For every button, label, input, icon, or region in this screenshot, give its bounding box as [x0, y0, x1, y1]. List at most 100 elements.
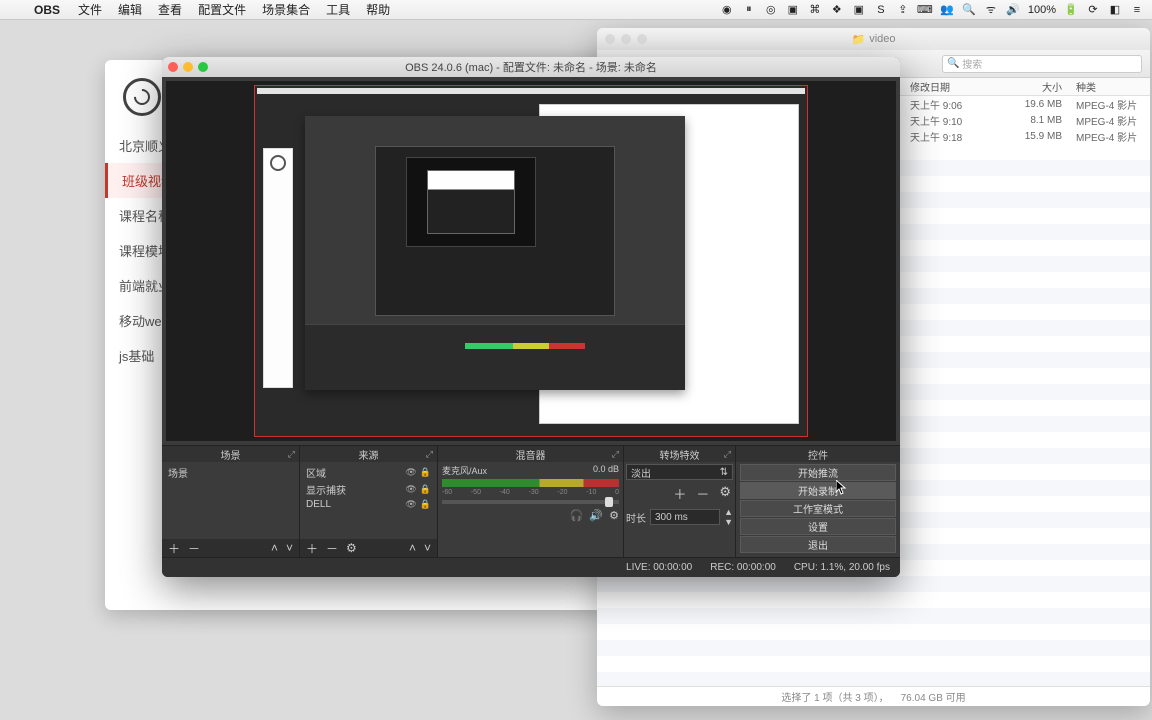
source-item[interactable]: 区域👁🔒 [304, 464, 433, 481]
mixer-channel-name: 麦克风/Aux [442, 464, 487, 477]
remove-source-button[interactable]: － [326, 540, 338, 557]
move-down-button[interactable]: ˅ [424, 541, 431, 555]
panel-title: 混音器 [516, 447, 546, 462]
remove-scene-button[interactable]: － [188, 540, 200, 557]
visibility-icon[interactable]: 👁 [405, 499, 416, 510]
volume-slider[interactable] [442, 500, 619, 504]
settings-button[interactable]: 设置 [740, 518, 896, 535]
site-logo-icon [123, 78, 161, 116]
visibility-icon[interactable]: 👁 [405, 484, 416, 495]
search-icon[interactable]: 🔍 [962, 3, 976, 17]
scene-item[interactable]: 场景 [166, 464, 295, 481]
panel-title: 控件 [808, 447, 828, 462]
status-icon[interactable]: ⏸ [742, 3, 756, 17]
app-name[interactable]: OBS [24, 3, 70, 17]
menu-profile[interactable]: 配置文件 [190, 1, 254, 18]
wifi-icon[interactable]: ᯤ [984, 3, 998, 17]
col-kind[interactable]: 种类 [1070, 79, 1150, 94]
status-icon[interactable]: ❖ [830, 3, 844, 17]
rec-time: REC: 00:00:00 [710, 562, 776, 573]
col-size[interactable]: 大小 [1000, 79, 1070, 94]
visibility-icon[interactable]: 👁 [405, 467, 416, 478]
stepper-icon[interactable]: ▲▼ [724, 507, 733, 527]
add-source-button[interactable]: ＋ [306, 540, 318, 557]
menu-file[interactable]: 文件 [70, 1, 110, 18]
panel-title: 场景 [221, 447, 241, 462]
menu-edit[interactable]: 编辑 [110, 1, 150, 18]
finder-titlebar[interactable]: 📁video [597, 28, 1150, 50]
start-streaming-button[interactable]: 开始推流 [740, 464, 896, 481]
obs-window: OBS 24.0.6 (mac) - 配置文件: 未命名 - 场景: 未命名 场… [162, 57, 900, 577]
add-transition-button[interactable]: ＋ [673, 484, 686, 503]
status-icon[interactable]: ⌨ [918, 3, 932, 17]
obs-window-title: OBS 24.0.6 (mac) - 配置文件: 未命名 - 场景: 未命名 [405, 59, 657, 75]
source-item[interactable]: DELL👁🔒 [304, 498, 433, 511]
source-settings-button[interactable]: ⚙ [346, 541, 357, 555]
obs-preview[interactable] [166, 81, 896, 441]
lock-icon[interactable]: 🔒 [420, 499, 431, 510]
finder-status-bar: 选择了 1 项（共 3 项）， 76.04 GB 可用 [597, 686, 1150, 706]
macos-menubar: OBS 文件 编辑 查看 配置文件 场景集合 工具 帮助 ◉ ⏸ ◎ ▣ ⌘ ❖… [0, 0, 1152, 20]
notification-center-icon[interactable]: ≡ [1130, 3, 1144, 17]
exit-button[interactable]: 退出 [740, 536, 896, 553]
panel-scenes: 场景 ⤢ 场景 ＋ － ˄ ˅ [162, 446, 300, 557]
panel-transitions: 转场特效⤢ 淡出⇅ ＋ － ⚙ 时长 300 ms ▲▼ [624, 446, 736, 557]
speaker-icon[interactable]: 🔊 [589, 509, 603, 522]
popout-icon[interactable]: ⤢ [724, 449, 731, 460]
lock-icon[interactable]: 🔒 [420, 467, 431, 478]
folder-icon: 📁 [852, 33, 866, 46]
menu-tools[interactable]: 工具 [318, 1, 358, 18]
panel-sources: 来源⤢ 区域👁🔒 显示捕获👁🔒 DELL👁🔒 ＋ － ⚙ ˄ ˅ [300, 446, 438, 557]
move-up-button[interactable]: ˄ [409, 541, 416, 555]
control-center-icon[interactable]: ⟳ [1086, 3, 1100, 17]
menu-view[interactable]: 查看 [150, 1, 190, 18]
mixer-settings-icon[interactable]: ⚙ [609, 509, 619, 522]
remove-transition-button[interactable]: － [696, 484, 709, 503]
add-scene-button[interactable]: ＋ [168, 540, 180, 557]
popout-icon[interactable]: ⤢ [426, 449, 433, 460]
cpu-fps: CPU: 1.1%, 20.00 fps [794, 562, 890, 573]
battery-icon[interactable]: 🔋 [1064, 3, 1078, 17]
status-icon[interactable]: ◉ [720, 3, 734, 17]
status-icon[interactable]: S [874, 3, 888, 17]
status-icon[interactable]: ⌘ [808, 3, 822, 17]
status-icon[interactable]: ▣ [786, 3, 800, 17]
move-up-button[interactable]: ˄ [271, 541, 278, 555]
status-icon[interactable]: ▣ [852, 3, 866, 17]
move-down-button[interactable]: ˅ [286, 541, 293, 555]
menu-help[interactable]: 帮助 [358, 1, 398, 18]
meter-ticks: -60-50-40-30-20-100 [442, 489, 619, 497]
mixer-db: 0.0 dB [593, 464, 619, 477]
traffic-lights[interactable] [168, 62, 208, 72]
status-icon[interactable]: ◎ [764, 3, 778, 17]
menu-extra-icon[interactable]: ◧ [1108, 3, 1122, 17]
obs-status-bar: LIVE: 00:00:00 REC: 00:00:00 CPU: 1.1%, … [162, 557, 900, 577]
transition-settings-button[interactable]: ⚙ [719, 484, 731, 503]
popout-icon[interactable]: ⤢ [612, 449, 619, 460]
obs-panels: 场景⤢ 场景 ＋ － ˄ ˅ 来源⤢ 区域👁🔒 显示捕获👁🔒 DELL👁🔒 ＋ [162, 445, 900, 557]
popout-icon[interactable]: ⤢ [288, 449, 295, 460]
chevron-updown-icon: ⇅ [720, 467, 728, 478]
menu-scene-collection[interactable]: 场景集合 [254, 1, 318, 18]
audio-meter [442, 479, 619, 487]
transition-select[interactable]: 淡出⇅ [626, 464, 733, 480]
status-icon[interactable]: ⇪ [896, 3, 910, 17]
panel-title: 来源 [359, 447, 379, 462]
lock-icon[interactable]: 🔒 [420, 484, 431, 495]
obs-titlebar[interactable]: OBS 24.0.6 (mac) - 配置文件: 未命名 - 场景: 未命名 [162, 57, 900, 77]
status-icon[interactable]: 👥 [940, 3, 954, 17]
duration-input[interactable]: 300 ms [650, 509, 720, 525]
headphone-icon[interactable]: 🎧 [570, 509, 584, 522]
panel-mixer: 混音器 ⤢ 麦克风/Aux 0.0 dB -60-50-40-30-20-100 🎧… [438, 446, 624, 557]
studio-mode-button[interactable]: 工作室模式 [740, 500, 896, 517]
col-date[interactable]: 修改日期 [910, 79, 1000, 94]
search-input[interactable]: 🔍 搜索 [942, 55, 1142, 73]
traffic-lights[interactable] [605, 34, 647, 44]
start-recording-button[interactable]: 开始录制 [740, 482, 896, 499]
panel-title: 转场特效 [660, 447, 700, 462]
source-item[interactable]: 显示捕获👁🔒 [304, 481, 433, 498]
battery-percent[interactable]: 100% [1028, 4, 1056, 16]
volume-icon[interactable]: 🔊 [1006, 3, 1020, 17]
search-icon: 🔍 [947, 58, 959, 69]
capture-region[interactable] [254, 85, 808, 437]
